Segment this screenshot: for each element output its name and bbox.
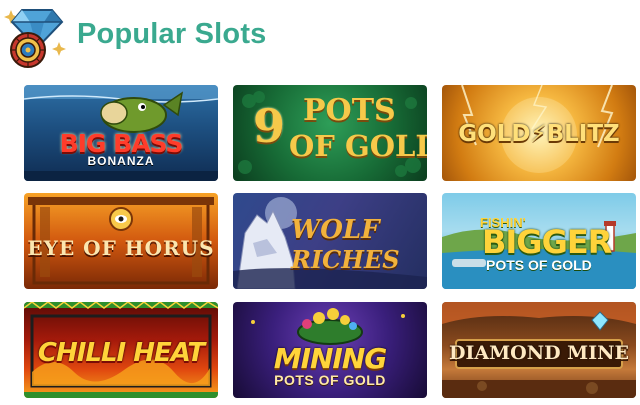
slot-tile-diamond-mine[interactable]: DIAMOND MINE (442, 302, 636, 398)
slot-tile-mining-pots-of-gold[interactable]: MINING POTS OF GOLD (233, 302, 427, 398)
slot-tile-eye-of-horus[interactable]: EYE OF HORUS (24, 193, 218, 289)
slot-title: EYE OF HORUS (27, 236, 215, 260)
slot-tile-fishin-bigger-pots-of-gold[interactable]: FISHIN' BIGGER POTS OF GOLD (442, 193, 636, 289)
slot-title: POTS (303, 93, 396, 128)
slot-title: DIAMOND MINE (449, 342, 629, 364)
slot-title: GOLD⚡BLITZ (458, 121, 620, 147)
slot-subtitle: BONANZA (87, 154, 155, 168)
diamond-roulette-icon (4, 9, 66, 68)
section-title: Popular Slots (77, 18, 267, 50)
slot-subtitle: RICHES (291, 245, 400, 274)
slot-subtitle: POTS OF GOLD (274, 372, 386, 388)
slot-tile-9-pots-of-gold[interactable]: 9 POTS OF GOLD (233, 85, 427, 181)
slot-title: BIGGER (482, 223, 612, 261)
slots-grid: BIG BASS BONANZA 9 POTS OF GOLD GOLD⚡BLI… (24, 85, 636, 401)
slot-tile-big-bass-bonanza[interactable]: BIG BASS BONANZA (24, 85, 218, 181)
slot-subtitle: OF GOLD (289, 129, 427, 163)
slot-tile-chilli-heat[interactable]: CHILLI HEAT (24, 302, 218, 398)
slot-subtitle: POTS OF GOLD (486, 257, 592, 273)
slot-tile-gold-blitz[interactable]: GOLD⚡BLITZ (442, 85, 636, 181)
section-header: Popular Slots (0, 0, 640, 80)
slot-title: MINING (273, 342, 388, 375)
slot-title: WOLF (291, 215, 380, 245)
slot-title: CHILLI HEAT (37, 338, 205, 368)
slot-tile-wolf-riches[interactable]: WOLF RICHES (233, 193, 427, 289)
